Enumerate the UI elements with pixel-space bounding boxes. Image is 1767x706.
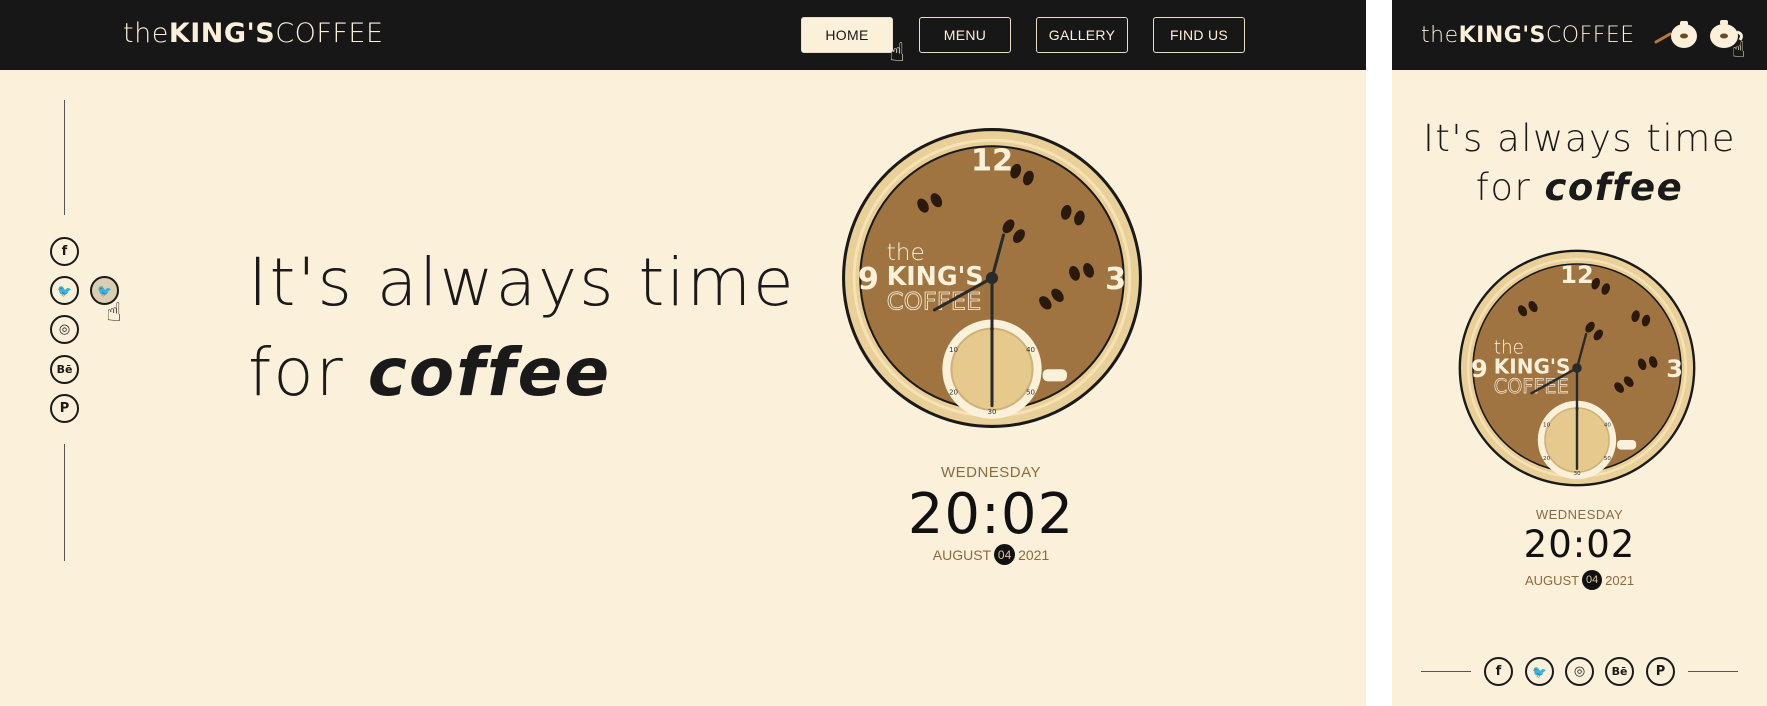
mobile-date-month: AUGUST bbox=[1524, 572, 1580, 588]
mobile-instagram-icon[interactable]: ◎ bbox=[1565, 657, 1594, 686]
mobile-brand-logo[interactable]: theKING'SCOFFEE bbox=[1421, 23, 1635, 48]
nav-menu-button[interactable]: MENU bbox=[919, 17, 1011, 53]
mobile-date-line: AUGUST 04 2021 bbox=[1392, 570, 1767, 590]
hero-line-1: It's always time bbox=[248, 244, 796, 321]
cup-tick-bottom: 30 bbox=[987, 407, 997, 416]
cup-tick-bl: 20 bbox=[1543, 456, 1551, 462]
numeral-3: 3 bbox=[1105, 262, 1126, 297]
cup-tick-br: 50 bbox=[1026, 388, 1036, 397]
analog-clock: 1239theKING'SCOFFEE01040205030 bbox=[840, 126, 1144, 430]
logo-kings: KING'S bbox=[168, 18, 276, 49]
mobile-hero-line-2-prefix: for bbox=[1475, 166, 1545, 209]
mobile-behance-icon[interactable]: Bē bbox=[1605, 657, 1634, 686]
desktop-view: theKING'SCOFFEE HOME MENU GALLERY FIND U… bbox=[0, 0, 1366, 706]
pinterest-glyph: P bbox=[59, 401, 70, 416]
hero-headline: It's always time for coffee bbox=[248, 238, 796, 418]
logo-coffee: COFFEE bbox=[275, 18, 384, 49]
mobile-day-name: WEDNESDAY bbox=[1535, 507, 1624, 522]
cup-tick-left: 10 bbox=[949, 345, 959, 354]
facebook-glyph: f bbox=[61, 244, 68, 259]
cup-tick-left: 10 bbox=[1543, 422, 1551, 428]
mobile-twitter-icon[interactable]: 🐦 bbox=[1525, 657, 1554, 686]
mobile-behance-glyph: Bē bbox=[1611, 665, 1628, 678]
mobile-hero-line-2: for coffee bbox=[1392, 163, 1767, 212]
numeral-12: 12 bbox=[971, 144, 1013, 179]
mobile-hero-headline: It's always time for coffee bbox=[1392, 114, 1767, 212]
hand-cursor-icon: ☝ bbox=[889, 38, 905, 68]
twitter-hover-glyph: 🐦 bbox=[97, 283, 112, 298]
mobile-date-day-badge: 04 bbox=[1582, 570, 1603, 590]
mobile-instagram-glyph: ◎ bbox=[1573, 664, 1586, 679]
nav-find-us-button[interactable]: FIND US bbox=[1153, 17, 1245, 53]
mobile-navbar: theKING'SCOFFEE ☝ bbox=[1392, 0, 1767, 70]
hero-line-2-bold: coffee bbox=[367, 334, 612, 411]
behance-glyph: Bē bbox=[56, 363, 73, 376]
mobile-social-divider-left bbox=[1421, 671, 1471, 672]
cup-tick-bottom: 30 bbox=[1573, 471, 1581, 477]
social-divider-bottom bbox=[64, 444, 65, 561]
mobile-analog-clock: 1239theKING'SCOFFEE01040205030 bbox=[1457, 248, 1697, 488]
mobile-date-year: 2021 bbox=[1605, 572, 1635, 588]
cup-handle bbox=[1042, 369, 1067, 382]
numeral-9: 9 bbox=[858, 262, 879, 297]
date-month: AUGUST bbox=[932, 546, 992, 563]
logo-the: the bbox=[123, 18, 169, 49]
mobile-social-divider-right bbox=[1688, 671, 1738, 672]
hero-line-2: for coffee bbox=[248, 328, 796, 418]
cup-handle bbox=[1617, 440, 1637, 450]
top-navbar: theKING'SCOFFEE HOME MENU GALLERY FIND U… bbox=[0, 0, 1366, 70]
mobile-digital-time: 20:02 bbox=[1523, 523, 1636, 566]
mobile-logo-kings: KING'S bbox=[1458, 23, 1546, 48]
pinterest-icon[interactable]: P bbox=[50, 394, 79, 423]
mobile-logo-the: the bbox=[1421, 23, 1459, 48]
mobile-twitter-glyph: 🐦 bbox=[1532, 664, 1547, 679]
twitter-icon[interactable]: 🐦 bbox=[50, 276, 79, 305]
behance-icon[interactable]: Bē bbox=[50, 355, 79, 384]
social-divider-top bbox=[64, 100, 65, 215]
digital-time: 20:02 bbox=[907, 482, 1075, 547]
mobile-clock-face: 1239theKING'SCOFFEE01040205030 bbox=[1458, 249, 1696, 487]
cup-tick-bl: 20 bbox=[949, 388, 959, 397]
cup-tick-br: 50 bbox=[1604, 456, 1612, 462]
numeral-3: 3 bbox=[1666, 355, 1683, 383]
instagram-icon[interactable]: ◎ bbox=[50, 315, 79, 344]
mobile-hand-cursor-icon: ☝ bbox=[1732, 38, 1746, 63]
date-day-badge: 04 bbox=[994, 544, 1016, 565]
clock-center-pin bbox=[1572, 363, 1582, 373]
nav-gallery-button[interactable]: GALLERY bbox=[1036, 17, 1128, 53]
mobile-facebook-glyph: f bbox=[1495, 664, 1502, 679]
facebook-icon[interactable]: f bbox=[50, 237, 79, 266]
clock-center-pin bbox=[985, 271, 999, 285]
date-year: 2021 bbox=[1018, 546, 1050, 563]
brand-logo[interactable]: theKING'SCOFFEE bbox=[123, 18, 384, 49]
hero-line-2-prefix: for bbox=[248, 334, 368, 411]
numeral-9: 9 bbox=[1471, 355, 1488, 383]
mobile-pinterest-glyph: P bbox=[1655, 664, 1666, 679]
mobile-hero-line-2-bold: coffee bbox=[1544, 166, 1684, 209]
numeral-12: 12 bbox=[1560, 261, 1593, 289]
mobile-view: theKING'SCOFFEE ☝ It's always time for c… bbox=[1392, 0, 1767, 706]
mobile-logo-coffee: COFFEE bbox=[1545, 23, 1635, 48]
cup-tick-right: 40 bbox=[1604, 422, 1612, 428]
day-name: WEDNESDAY bbox=[940, 464, 1042, 481]
cup-tick-right: 40 bbox=[1026, 345, 1036, 354]
mobile-hero-line-1: It's always time bbox=[1422, 117, 1737, 160]
nav-home-button[interactable]: HOME bbox=[801, 17, 893, 53]
hand-cursor-icon: ☝ bbox=[106, 298, 122, 328]
mobile-pinterest-icon[interactable]: P bbox=[1646, 657, 1675, 686]
mobile-facebook-icon[interactable]: f bbox=[1484, 657, 1513, 686]
instagram-glyph: ◎ bbox=[58, 322, 71, 337]
clock-face: 1239theKING'SCOFFEE01040205030 bbox=[842, 128, 1142, 428]
date-line: AUGUST 04 2021 bbox=[841, 544, 1141, 565]
twitter-glyph: 🐦 bbox=[57, 283, 72, 298]
teapot-menu-icon[interactable] bbox=[1654, 18, 1704, 52]
